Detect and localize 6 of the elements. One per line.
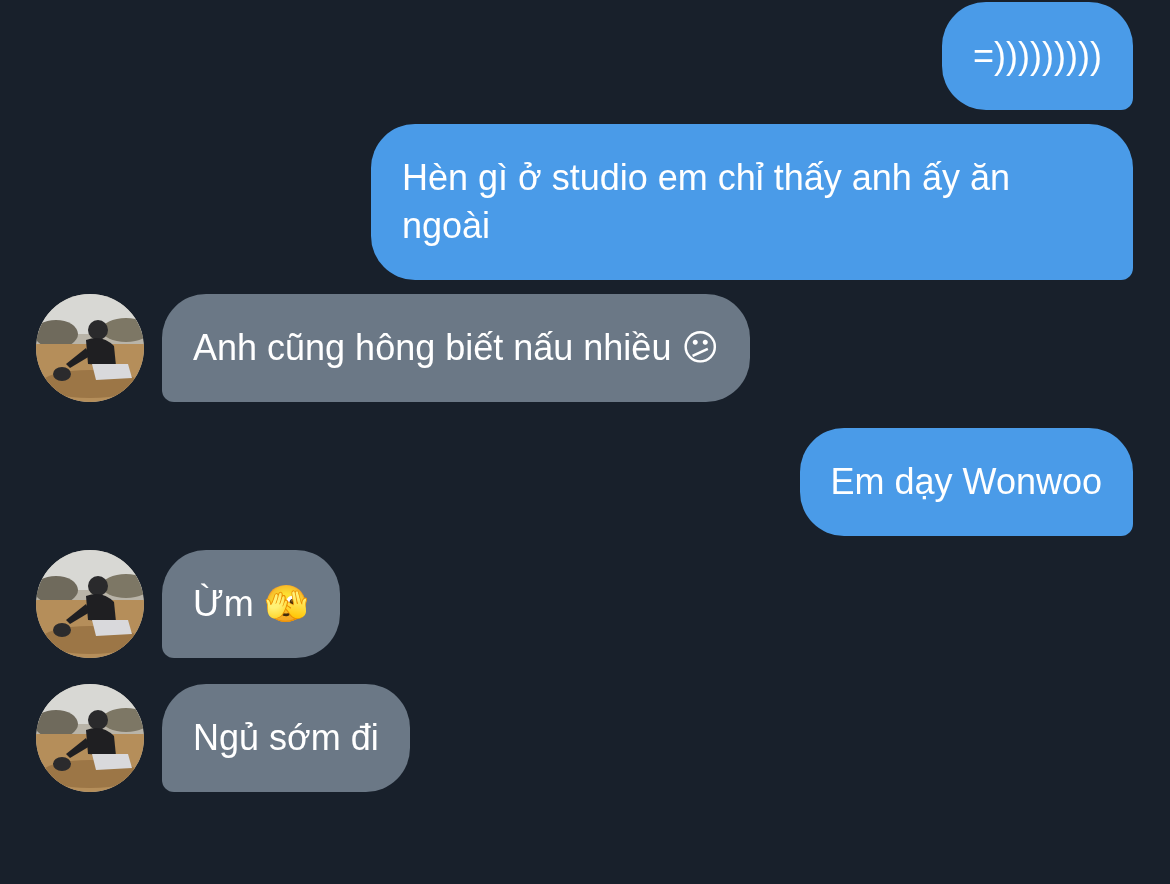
message-bubble: =))))))))) <box>942 2 1133 110</box>
message-bubble: Ngủ sớm đi <box>162 684 410 792</box>
message-bubble: Hèn gì ở studio em chỉ thấy anh ấy ăn ngoài <box>371 124 1133 280</box>
message-bubble: Em dạy Wonwoo <box>799 428 1133 536</box>
message-bubble: Ừm 🫣 <box>162 550 340 658</box>
message-bubble: Anh cũng hông biết nấu nhiều 😕 <box>162 294 750 402</box>
